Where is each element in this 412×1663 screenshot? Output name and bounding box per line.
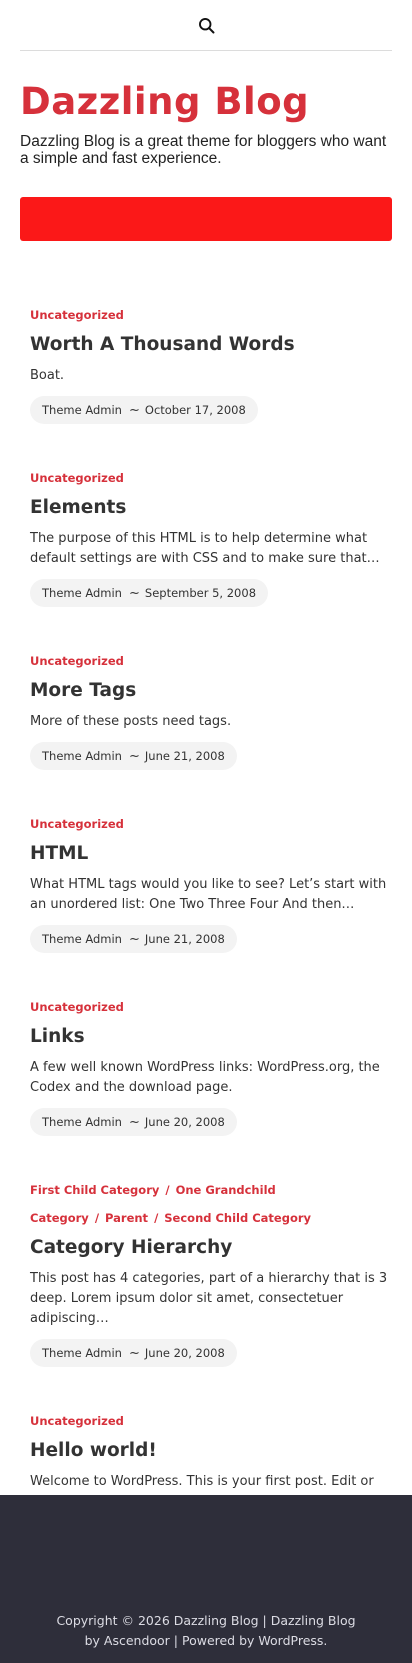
post-author[interactable]: Theme Admin (42, 403, 122, 417)
post-excerpt: Boat. (30, 368, 65, 383)
post-date[interactable]: June 20, 2008 (145, 1346, 225, 1360)
post-author[interactable]: Theme Admin (42, 1346, 122, 1360)
post-list: Uncategorized Worth A Thousand Words Boat.… (0, 301, 412, 1550)
meta-separator: ~ (128, 931, 140, 947)
post-meta: Theme Admin ~ June 20, 2008 (30, 1108, 237, 1136)
footer-copyright: Copyright © 2026 Dazzling Blog | Dazzlin… (56, 1613, 356, 1648)
post-categories: Uncategorized (30, 1407, 390, 1435)
site-description: Dazzling Blog is a great theme for blogg… (20, 133, 387, 167)
category-link[interactable]: Uncategorized (30, 1414, 124, 1428)
category-link[interactable]: Uncategorized (30, 308, 124, 322)
site-branding: Dazzling Blog Dazzling Blog is a great t… (0, 51, 412, 167)
category-separator: / (165, 1183, 170, 1197)
post-meta: Theme Admin ~ October 17, 2008 (30, 396, 258, 424)
post-item: Uncategorized Elements The purpose of this… (30, 464, 390, 607)
search-button[interactable] (192, 11, 220, 39)
post-categories: Uncategorized (30, 810, 390, 838)
post-author[interactable]: Theme Admin (42, 586, 122, 600)
post-categories: Uncategorized (30, 647, 390, 675)
category-link[interactable]: First Child Category (30, 1183, 159, 1197)
post-date[interactable]: June 21, 2008 (145, 932, 225, 946)
category-link[interactable]: Uncategorized (30, 817, 124, 831)
meta-separator: ~ (128, 1345, 140, 1361)
post-item: Uncategorized Links A few well known WordP… (30, 993, 390, 1136)
top-bar (20, 0, 392, 51)
post-excerpt: A few well known WordPress links: WordPr… (30, 1060, 380, 1095)
post-date[interactable]: June 20, 2008 (145, 1115, 225, 1129)
post-categories: Uncategorized (30, 464, 390, 492)
post-item: Uncategorized HTML What HTML tags would yo… (30, 810, 390, 953)
search-icon (198, 17, 214, 33)
post-date[interactable]: June 21, 2008 (145, 749, 225, 763)
category-link[interactable]: Second Child Category (164, 1211, 311, 1225)
post-excerpt: More of these posts need tags. (30, 714, 232, 729)
meta-separator: ~ (128, 402, 140, 418)
post-categories: Uncategorized (30, 301, 390, 329)
post-title[interactable]: HTML (30, 842, 390, 866)
category-link[interactable]: Uncategorized (30, 471, 124, 485)
page: Dazzling Blog Dazzling Blog is a great t… (0, 0, 412, 1663)
post-categories: First Child Category / One Grandchild Cate… (30, 1176, 390, 1232)
site-title[interactable]: Dazzling Blog (20, 79, 392, 125)
category-link[interactable]: Uncategorized (30, 654, 124, 668)
post-author[interactable]: Theme Admin (42, 932, 122, 946)
post-item: Uncategorized More Tags More of these post… (30, 647, 390, 770)
post-meta: Theme Admin ~ September 5, 2008 (30, 579, 269, 607)
post-categories: Uncategorized (30, 993, 390, 1021)
post-excerpt: The purpose of this HTML is to help dete… (30, 531, 380, 566)
post-title[interactable]: Category Hierarchy (30, 1236, 390, 1260)
meta-separator: ~ (128, 585, 140, 601)
category-separator: / (94, 1211, 100, 1225)
meta-separator: ~ (128, 1114, 140, 1130)
meta-separator: ~ (128, 748, 140, 764)
site-footer: Copyright © 2026 Dazzling Blog | Dazzlin… (0, 1495, 412, 1663)
post-item: First Child Category / One Grandchild Cate… (30, 1176, 390, 1367)
post-meta: Theme Admin ~ June 20, 2008 (30, 1339, 237, 1367)
post-date[interactable]: September 5, 2008 (145, 586, 256, 600)
post-title[interactable]: More Tags (30, 679, 390, 703)
post-title[interactable]: Links (30, 1025, 390, 1049)
post-author[interactable]: Theme Admin (42, 749, 122, 763)
category-link[interactable]: Parent (105, 1211, 148, 1225)
post-author[interactable]: Theme Admin (42, 1115, 122, 1129)
category-separator: / (154, 1211, 159, 1225)
post-title[interactable]: Worth A Thousand Words (30, 333, 390, 357)
post-meta: Theme Admin ~ June 21, 2008 (30, 925, 237, 953)
post-date[interactable]: October 17, 2008 (145, 403, 246, 417)
post-meta: Theme Admin ~ June 21, 2008 (30, 742, 237, 770)
header-banner (20, 197, 392, 241)
post-title[interactable]: Hello world! (30, 1439, 390, 1463)
post-item: Uncategorized Worth A Thousand Words Boat.… (30, 301, 390, 424)
category-link[interactable]: Uncategorized (30, 1000, 124, 1014)
post-title[interactable]: Elements (30, 496, 390, 520)
post-excerpt: What HTML tags would you like to see? Le… (30, 877, 387, 912)
post-excerpt: This post has 4 categories, part of a hi… (30, 1271, 388, 1326)
